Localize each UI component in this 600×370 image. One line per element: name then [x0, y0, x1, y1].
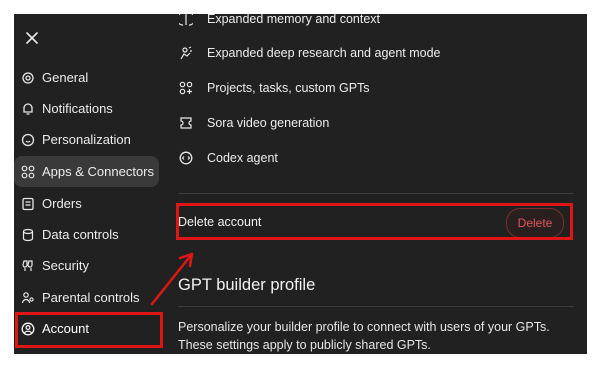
gear-icon	[20, 70, 36, 86]
codex-icon	[178, 150, 194, 166]
delete-account-row: Delete account Delete	[178, 206, 570, 238]
database-icon	[20, 227, 36, 243]
sidebar-item-apps-connectors[interactable]: Apps & Connectors	[14, 156, 159, 187]
sidebar-item-notifications[interactable]: Notifications	[14, 93, 159, 124]
sidebar-item-security[interactable]: Security	[14, 250, 159, 281]
settings-dialog: General Notifications Personalization Ap…	[14, 14, 587, 354]
delete-account-button[interactable]: Delete	[506, 208, 564, 238]
feature-item: Expanded memory and context	[178, 14, 380, 30]
sidebar-item-label: General	[42, 70, 89, 85]
sidebar-item-label: Apps & Connectors	[42, 164, 155, 179]
divider	[178, 193, 574, 194]
sidebar-item-label: Parental controls	[42, 290, 140, 305]
research-icon	[178, 45, 194, 61]
sidebar-item-label: Notifications	[42, 101, 113, 116]
close-button[interactable]	[22, 28, 42, 48]
sidebar-item-parental-controls[interactable]: Parental controls	[14, 282, 159, 313]
feature-item: Expanded deep research and agent mode	[178, 42, 441, 64]
bell-icon	[20, 101, 36, 117]
orders-icon	[20, 196, 36, 212]
parental-icon	[20, 290, 36, 306]
settings-sidebar: General Notifications Personalization Ap…	[14, 14, 164, 354]
close-icon	[26, 32, 38, 44]
memory-icon	[178, 14, 194, 27]
sidebar-item-label: Data controls	[42, 227, 119, 242]
projects-icon	[178, 80, 194, 96]
sidebar-item-personalization[interactable]: Personalization	[14, 124, 159, 155]
section-title: GPT builder profile	[178, 276, 316, 294]
sidebar-item-label: Personalization	[42, 132, 131, 147]
sora-icon	[178, 115, 194, 131]
sidebar-item-general[interactable]: General	[14, 62, 159, 93]
builder-profile-description: Personalize your builder profile to conn…	[178, 320, 550, 352]
feature-item: Sora video generation	[178, 112, 329, 134]
sidebar-item-label: Account	[42, 321, 89, 336]
sidebar-item-label: Security	[42, 258, 89, 273]
sidebar-item-orders[interactable]: Orders	[14, 188, 159, 219]
delete-account-label: Delete account	[178, 215, 262, 229]
feature-item: Codex agent	[178, 147, 278, 169]
settings-content: Expanded memory and context Expanded dee…	[164, 14, 587, 354]
apps-icon	[20, 164, 36, 180]
sidebar-item-account[interactable]: Account	[14, 313, 159, 344]
personalization-icon	[20, 132, 36, 148]
divider	[178, 306, 574, 307]
account-icon	[20, 321, 36, 337]
sidebar-item-label: Orders	[42, 196, 82, 211]
feature-item: Projects, tasks, custom GPTs	[178, 77, 370, 99]
sidebar-item-data-controls[interactable]: Data controls	[14, 219, 159, 250]
security-icon	[20, 258, 36, 274]
